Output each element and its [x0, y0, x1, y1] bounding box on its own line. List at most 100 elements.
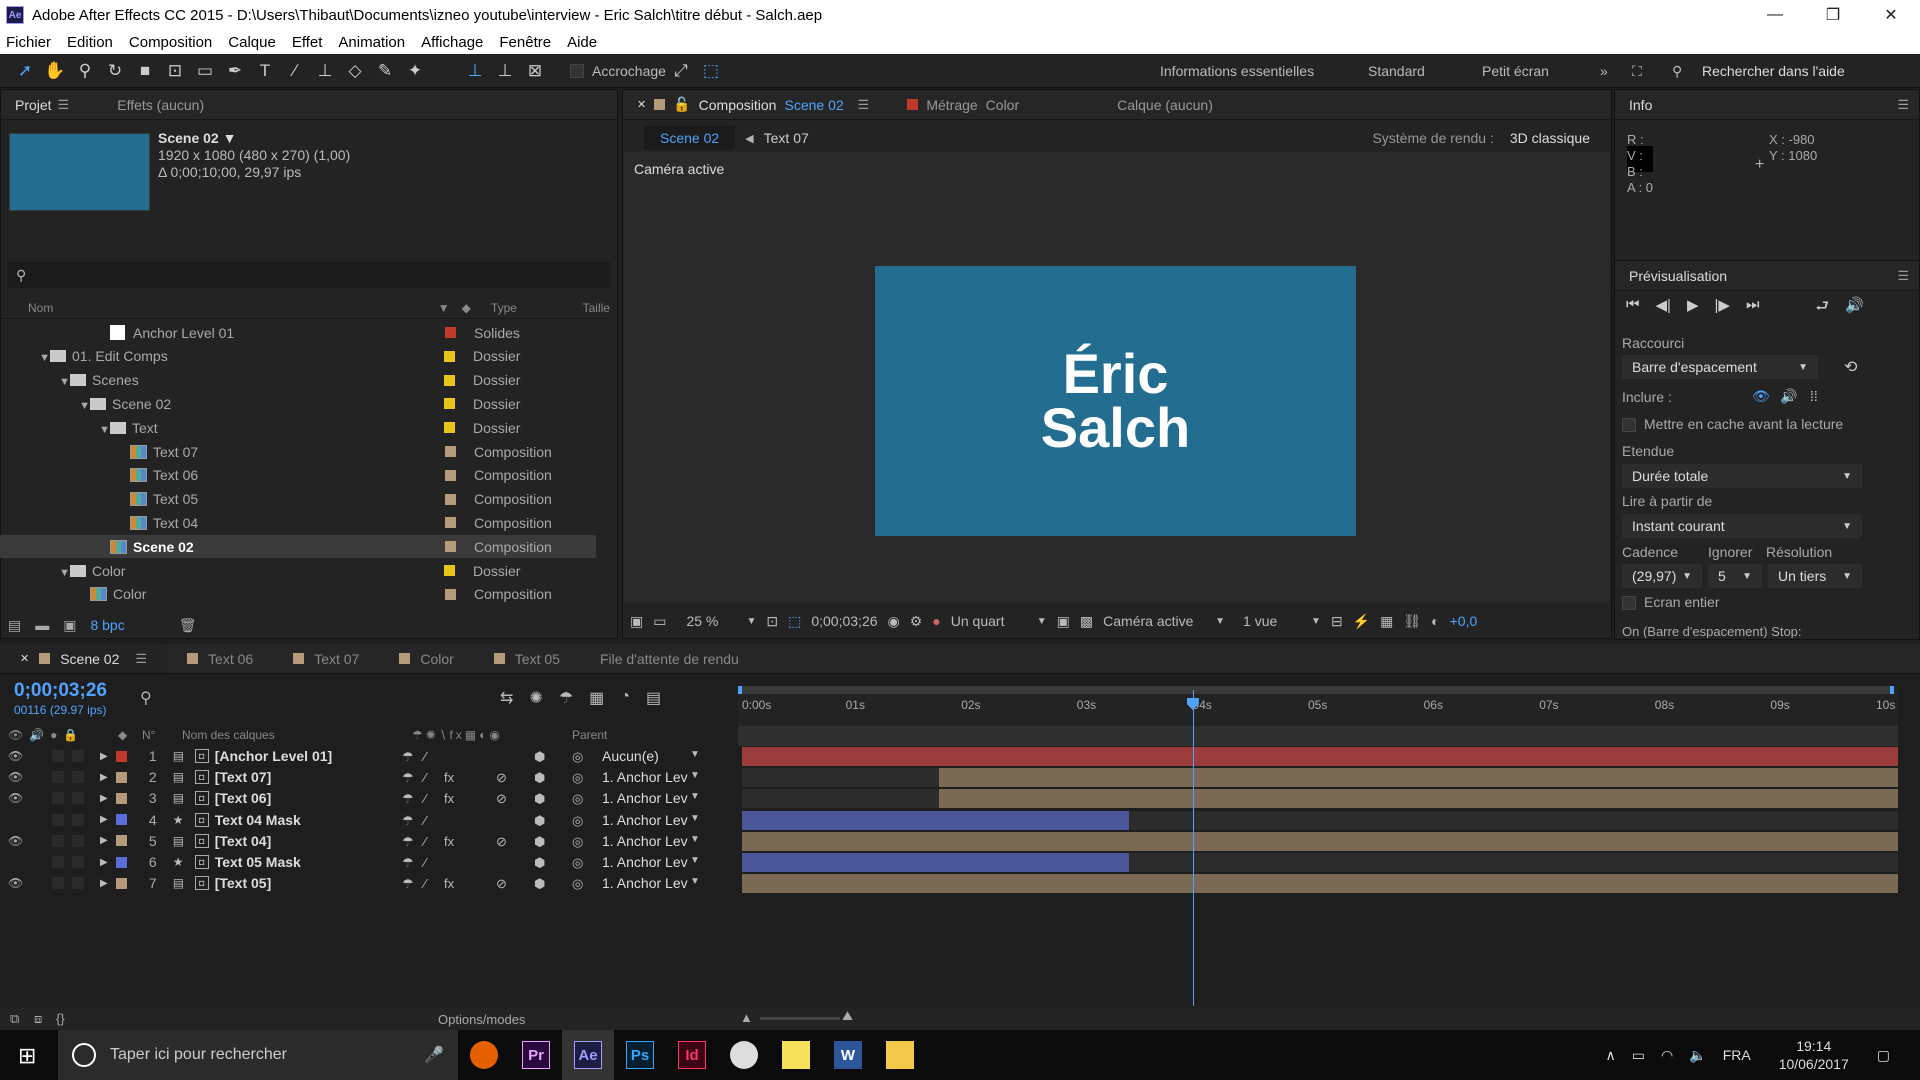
column-parent[interactable]: Parent: [572, 728, 607, 742]
selection-tool-icon[interactable]: ➚: [10, 56, 40, 86]
current-time-display[interactable]: 0;00;03;26: [811, 613, 877, 629]
menu-fenetre[interactable]: Fenêtre: [499, 34, 551, 51]
visibility-eye-icon[interactable]: 👁: [8, 791, 24, 805]
3d-layer-switch-icon[interactable]: ⬢: [534, 834, 545, 850]
snap-edges-icon[interactable]: ⤢: [666, 56, 696, 86]
label-color-swatch[interactable]: [445, 541, 456, 553]
sticky-notes-app-icon[interactable]: [770, 1030, 822, 1080]
label-color-swatch[interactable]: [445, 493, 456, 505]
tab-timeline-color[interactable]: Color: [379, 644, 473, 673]
resolution-preview-dropdown[interactable]: Un tiers: [1768, 564, 1862, 588]
visibility-eye-icon[interactable]: 👁: [8, 876, 24, 890]
timeline-search-icon[interactable]: ⚲: [140, 688, 152, 708]
parent-dropdown[interactable]: 1. Anchor Lev: [602, 875, 688, 891]
menu-calque[interactable]: Calque: [228, 34, 276, 51]
expand-triangle-icon[interactable]: ▼: [36, 352, 50, 364]
wifi-icon[interactable]: ◠: [1661, 1047, 1673, 1064]
solo-checkbox[interactable]: [52, 792, 64, 805]
fx-switch[interactable]: fx: [444, 876, 454, 891]
fullscreen-checkbox[interactable]: [1622, 596, 1636, 611]
comp-flowchart-icon[interactable]: ⇆: [500, 688, 513, 708]
windows-start-icon[interactable]: ⊞: [18, 1043, 36, 1069]
word-app-icon[interactable]: W: [822, 1030, 874, 1080]
3d-layer-switch-icon[interactable]: ⬢: [534, 813, 545, 829]
microphone-icon[interactable]: 🎤: [424, 1045, 444, 1065]
current-time-indicator[interactable]: [1192, 690, 1194, 1006]
motion-blur-switch-icon[interactable]: ⊘: [496, 791, 507, 807]
layer-label-color[interactable]: [115, 771, 127, 783]
new-folder-icon[interactable]: ▬: [35, 617, 49, 633]
show-snapshot-icon[interactable]: ⚙: [910, 613, 923, 630]
parent-chevron-down-icon[interactable]: ▼: [690, 749, 700, 760]
layer-label-color[interactable]: [115, 856, 127, 868]
project-row[interactable]: ▼ Scene 02 Dossier: [0, 392, 596, 415]
fast-previews-icon[interactable]: ⚡: [1353, 613, 1370, 630]
shy-switch-icon[interactable]: ☂: [402, 855, 414, 871]
fps-dropdown[interactable]: (29,97): [1622, 564, 1702, 588]
include-video-icon[interactable]: 👁: [1752, 388, 1770, 405]
tab-preview[interactable]: Prévisualisation: [1615, 261, 1741, 290]
parent-chevron-down-icon[interactable]: ▼: [690, 876, 700, 887]
label-color-swatch[interactable]: [445, 588, 456, 600]
parent-chevron-down-icon[interactable]: ▼: [690, 834, 700, 845]
views-chevron-down-icon[interactable]: ▼: [1311, 616, 1321, 627]
parent-pickwhip-icon[interactable]: ◎: [572, 791, 583, 807]
timeline-current-time[interactable]: 0;00;03;26: [14, 680, 107, 702]
quality-switch-icon[interactable]: ∕: [424, 791, 426, 806]
shy-switch-icon[interactable]: ☂: [402, 876, 414, 892]
fit-icon[interactable]: ⊡: [766, 613, 778, 630]
menu-composition[interactable]: Composition: [129, 34, 212, 51]
visibility-eye-icon[interactable]: 👁: [8, 749, 24, 763]
rotate-tool-icon[interactable]: ↻: [100, 56, 130, 86]
cache-checkbox[interactable]: [1622, 418, 1636, 433]
column-size[interactable]: Taille: [583, 301, 610, 315]
shortcut-dropdown[interactable]: Barre d'espacement: [1622, 355, 1818, 379]
text-tool-icon[interactable]: T: [250, 56, 280, 86]
breadcrumb-text-07[interactable]: Text 07: [764, 130, 809, 146]
layer-label-color[interactable]: [115, 814, 127, 826]
last-frame-icon[interactable]: ⏭: [1746, 296, 1760, 321]
project-row[interactable]: Scene 02 Composition: [0, 535, 596, 559]
workspace-standard[interactable]: Standard: [1368, 54, 1425, 88]
parent-dropdown[interactable]: 1. Anchor Lev: [602, 833, 688, 849]
parent-pickwhip-icon[interactable]: ◎: [572, 770, 583, 786]
sort-arrow-icon[interactable]: ▼: [438, 301, 450, 315]
layer-duration-bar[interactable]: [742, 853, 1130, 872]
loop-icon[interactable]: ⮐: [1815, 296, 1829, 321]
expand-triangle-icon[interactable]: ▼: [56, 376, 70, 388]
column-name[interactable]: Nom: [28, 301, 438, 315]
shy-switch-icon[interactable]: ☂: [402, 770, 414, 786]
tab-footage[interactable]: Métrage Color: [893, 90, 1033, 119]
label-color-swatch[interactable]: [444, 422, 455, 434]
layer-duration-bar[interactable]: [742, 747, 1898, 766]
column-type[interactable]: Type: [491, 301, 583, 315]
3d-layer-switch-icon[interactable]: ⬢: [534, 855, 545, 871]
zoom-tool-icon[interactable]: ⚲: [70, 56, 100, 86]
next-frame-icon[interactable]: |▶: [1715, 296, 1730, 321]
project-item-name[interactable]: Scene 02 ▼: [158, 130, 236, 146]
parent-dropdown[interactable]: 1. Anchor Lev: [602, 790, 688, 806]
expand-layer-icon[interactable]: ▶: [100, 772, 108, 783]
parent-pickwhip-icon[interactable]: ◎: [572, 834, 583, 850]
fullscreen-option[interactable]: Ecran entier: [1622, 594, 1719, 611]
always-preview-icon[interactable]: ▣: [630, 613, 643, 630]
flowchart-icon[interactable]: ⛓: [1403, 613, 1421, 630]
composition-frame[interactable]: Éric Salch: [875, 266, 1356, 536]
lock-checkbox[interactable]: [72, 813, 84, 826]
timeline-icon[interactable]: ▦: [1380, 613, 1393, 630]
motion-blur-switch-icon[interactable]: ⊘: [496, 770, 507, 786]
zoom-in-icon[interactable]: ⛰: [842, 1008, 853, 1024]
tab-timeline-scene-02[interactable]: ✕ Scene 02 ☰: [0, 644, 168, 673]
motion-blur-switch-icon[interactable]: ⊘: [496, 876, 507, 892]
workspace-more-icon[interactable]: »: [1600, 54, 1608, 88]
tab-project[interactable]: Projet ☰: [1, 90, 83, 119]
tray-chevron-up-icon[interactable]: ∧: [1606, 1047, 1616, 1064]
reset-exposure-icon[interactable]: ◐: [1431, 613, 1439, 629]
parent-pickwhip-icon[interactable]: ◎: [572, 749, 583, 765]
snapping-checkbox[interactable]: [570, 63, 584, 78]
visibility-eye-icon[interactable]: 👁: [8, 770, 24, 784]
local-axis-icon[interactable]: ⊥: [460, 56, 490, 86]
project-row[interactable]: Text 04 Composition: [0, 511, 596, 534]
snap-features-icon[interactable]: ⬚: [696, 56, 726, 86]
snapshot-icon[interactable]: ◉: [888, 613, 900, 630]
